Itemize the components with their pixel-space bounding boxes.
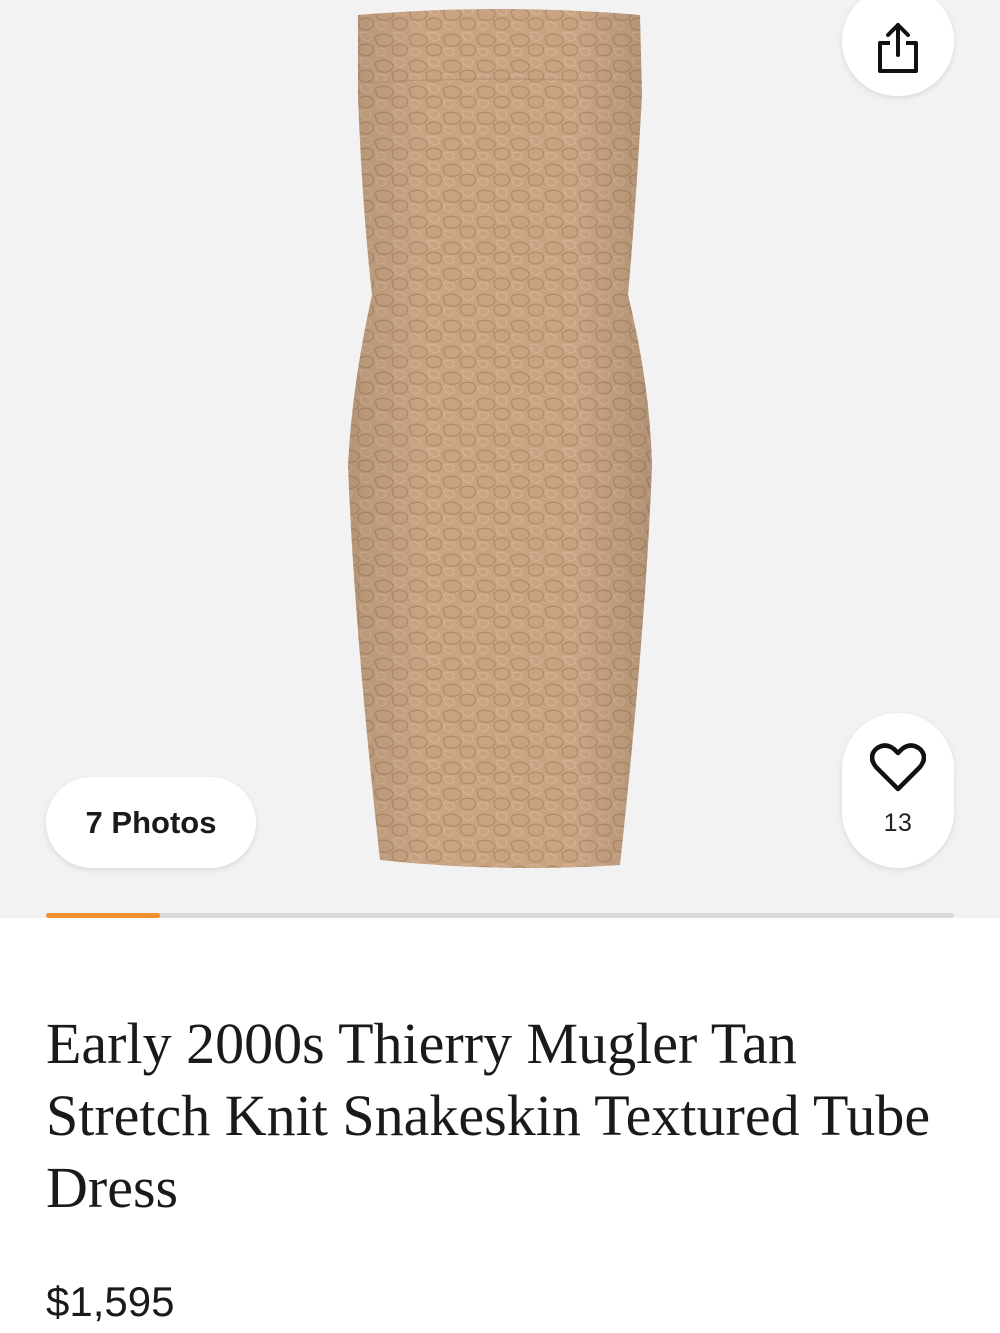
share-icon xyxy=(878,23,918,73)
product-price: $1,595 xyxy=(46,1278,175,1325)
share-button[interactable] xyxy=(842,0,954,96)
product-gallery[interactable]: 7 Photos 13 xyxy=(0,0,1000,918)
photos-count-label: 7 Photos xyxy=(85,804,217,840)
photos-button[interactable]: 7 Photos xyxy=(46,777,256,868)
gallery-progress-track xyxy=(46,913,954,918)
product-title: Early 2000s Thierry Mugler Tan Stretch K… xyxy=(46,1011,931,1220)
heart-icon xyxy=(870,743,926,792)
gallery-progress-fill xyxy=(46,913,160,918)
product-image[interactable] xyxy=(340,5,660,875)
favorite-button[interactable]: 13 xyxy=(842,713,954,868)
favorite-count: 13 xyxy=(883,809,913,837)
